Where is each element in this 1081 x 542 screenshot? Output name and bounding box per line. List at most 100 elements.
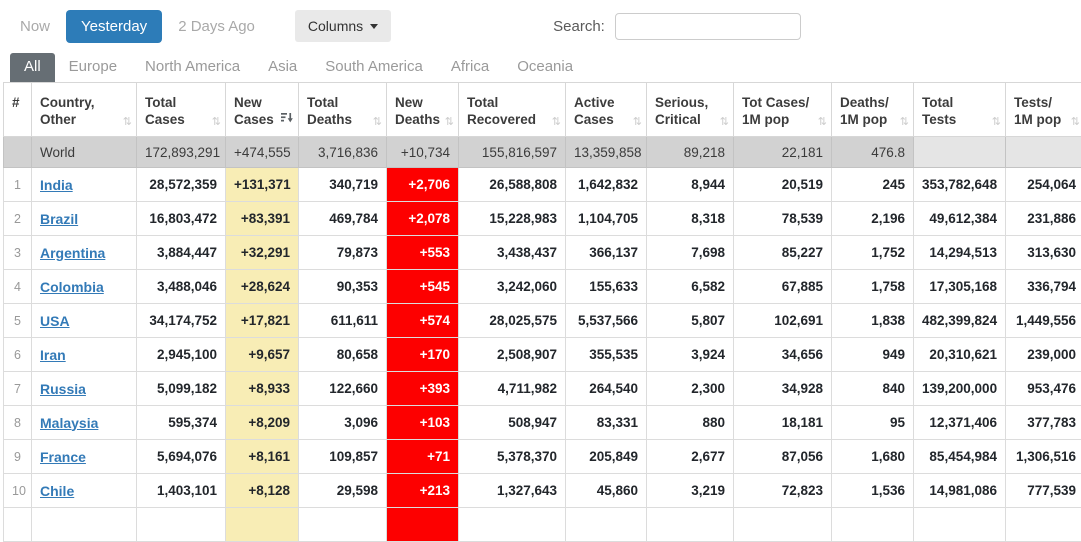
- search-input[interactable]: [615, 13, 801, 40]
- sort-icon: ⇅: [720, 117, 729, 128]
- search-area: Search:: [553, 13, 801, 40]
- total_cases-cell: 5,694,076: [137, 440, 226, 474]
- tests_per_1m-cell: 953,476: [1006, 372, 1081, 406]
- serious_critical-cell: 7,698: [647, 236, 734, 270]
- new_cases-cell: +28,624: [226, 270, 299, 304]
- tab-north-america[interactable]: North America: [131, 53, 254, 82]
- rank-cell: 10: [4, 474, 32, 508]
- country-link[interactable]: Malaysia: [40, 415, 98, 431]
- table-row-russia: 7Russia5,099,182+8,933122,660+3934,711,9…: [4, 372, 1081, 406]
- active_cases-cell: [566, 508, 647, 542]
- country-link[interactable]: Colombia: [40, 279, 104, 295]
- tab-oceania[interactable]: Oceania: [503, 53, 587, 82]
- sort-icon: ⇅: [123, 117, 132, 128]
- columns-dropdown-button[interactable]: Columns: [295, 10, 391, 42]
- new_cases-cell: +17,821: [226, 304, 299, 338]
- column-header-total_deaths[interactable]: TotalDeaths⇅: [299, 83, 387, 137]
- table-row-colombia: 4Colombia3,488,046+28,62490,353+5453,242…: [4, 270, 1081, 304]
- header-label: Critical: [655, 112, 727, 129]
- header-label: Total: [145, 95, 219, 112]
- table-row-brazil: 2Brazil16,803,472+83,391469,784+2,07815,…: [4, 202, 1081, 236]
- total_tests-cell: 482,399,824: [914, 304, 1006, 338]
- column-header-active_cases[interactable]: ActiveCases⇅: [566, 83, 647, 137]
- tests_per_1m-cell: 1,449,556: [1006, 304, 1081, 338]
- country-link[interactable]: Russia: [40, 381, 86, 397]
- country-link[interactable]: France: [40, 449, 86, 465]
- new_cases-cell: +8,161: [226, 440, 299, 474]
- table-row-iran: 6Iran2,945,100+9,65780,658+1702,508,9073…: [4, 338, 1081, 372]
- tab-south-america[interactable]: South America: [311, 53, 437, 82]
- yesterday-button[interactable]: Yesterday: [66, 10, 162, 43]
- new_deaths-cell: +213: [387, 474, 459, 508]
- column-header-new_deaths[interactable]: NewDeaths⇅: [387, 83, 459, 137]
- country-link[interactable]: Iran: [40, 347, 66, 363]
- serious_critical-cell: 3,219: [647, 474, 734, 508]
- active_cases-cell: 5,537,566: [566, 304, 647, 338]
- tab-europe[interactable]: Europe: [55, 53, 131, 82]
- header-label: Active: [574, 95, 640, 112]
- caret-down-icon: [370, 24, 378, 29]
- column-header-serious_critical[interactable]: Serious,Critical⇅: [647, 83, 734, 137]
- tests_per_1m-cell: 254,064: [1006, 168, 1081, 202]
- tab-all[interactable]: All: [10, 53, 55, 82]
- total_cases-cell: 2,945,100: [137, 338, 226, 372]
- cases_per_1m-cell: [734, 508, 832, 542]
- now-button[interactable]: Now: [20, 18, 50, 35]
- country-cell: France: [32, 440, 137, 474]
- table-row-chile: 10Chile1,403,101+8,12829,598+2131,327,64…: [4, 474, 1081, 508]
- two-days-ago-button[interactable]: 2 Days Ago: [178, 18, 255, 35]
- header-label: Total: [467, 95, 559, 112]
- column-header-total_tests[interactable]: TotalTests⇅: [914, 83, 1006, 137]
- country-cell: Chile: [32, 474, 137, 508]
- deaths_per_1m-cell: 2,196: [832, 202, 914, 236]
- total_cases-cell: 28,572,359: [137, 168, 226, 202]
- table-row-malaysia: 8Malaysia595,374+8,2093,096+103508,94783…: [4, 406, 1081, 440]
- sort-icon: ⇅: [1071, 117, 1080, 128]
- total_recovered-cell: 3,242,060: [459, 270, 566, 304]
- header-label: Other: [40, 112, 130, 129]
- tests_per_1m-cell: 1,306,516: [1006, 440, 1081, 474]
- active_cases-cell: 45,860: [566, 474, 647, 508]
- country-link[interactable]: Chile: [40, 483, 74, 499]
- rank-cell: 4: [4, 270, 32, 304]
- tab-asia[interactable]: Asia: [254, 53, 311, 82]
- column-header-total_cases[interactable]: TotalCases⇅: [137, 83, 226, 137]
- country-link[interactable]: India: [40, 177, 73, 193]
- total_deaths-cell: 3,096: [299, 406, 387, 440]
- rank-cell: 2: [4, 202, 32, 236]
- cases_per_1m-cell: 85,227: [734, 236, 832, 270]
- country-cell: India: [32, 168, 137, 202]
- country-link[interactable]: Brazil: [40, 211, 78, 227]
- total_deaths-cell: 79,873: [299, 236, 387, 270]
- country-cell: World: [32, 137, 137, 168]
- sort-descending-icon: [281, 111, 293, 128]
- country-cell: [32, 508, 137, 542]
- tests_per_1m-cell: 377,783: [1006, 406, 1081, 440]
- total_tests-cell: 14,294,513: [914, 236, 1006, 270]
- total_cases-cell: 3,884,447: [137, 236, 226, 270]
- cases_per_1m-cell: 22,181: [734, 137, 832, 168]
- column-header-deaths_per_1m[interactable]: Deaths/1M pop⇅: [832, 83, 914, 137]
- column-header-total_recovered[interactable]: TotalRecovered⇅: [459, 83, 566, 137]
- new_cases-cell: +9,657: [226, 338, 299, 372]
- new_cases-cell: +8,933: [226, 372, 299, 406]
- total_cases-cell: 16,803,472: [137, 202, 226, 236]
- total_cases-cell: 34,174,752: [137, 304, 226, 338]
- column-header-tests_per_1m[interactable]: Tests/1M pop⇅: [1006, 83, 1081, 137]
- country-link[interactable]: Argentina: [40, 245, 105, 261]
- sort-icon: ⇅: [818, 117, 827, 128]
- columns-dropdown-label: Columns: [308, 18, 363, 34]
- column-header-country[interactable]: Country,Other⇅: [32, 83, 137, 137]
- new_deaths-cell: +2,078: [387, 202, 459, 236]
- total_recovered-cell: 1,327,643: [459, 474, 566, 508]
- total_recovered-cell: 28,025,575: [459, 304, 566, 338]
- new_deaths-cell: +553: [387, 236, 459, 270]
- new_deaths-cell: +103: [387, 406, 459, 440]
- column-header-new_cases[interactable]: NewCases: [226, 83, 299, 137]
- country-link[interactable]: USA: [40, 313, 70, 329]
- tab-africa[interactable]: Africa: [437, 53, 503, 82]
- total_deaths-cell: 29,598: [299, 474, 387, 508]
- column-header-cases_per_1m[interactable]: Tot Cases/1M pop⇅: [734, 83, 832, 137]
- rank-cell: [4, 508, 32, 542]
- active_cases-cell: 264,540: [566, 372, 647, 406]
